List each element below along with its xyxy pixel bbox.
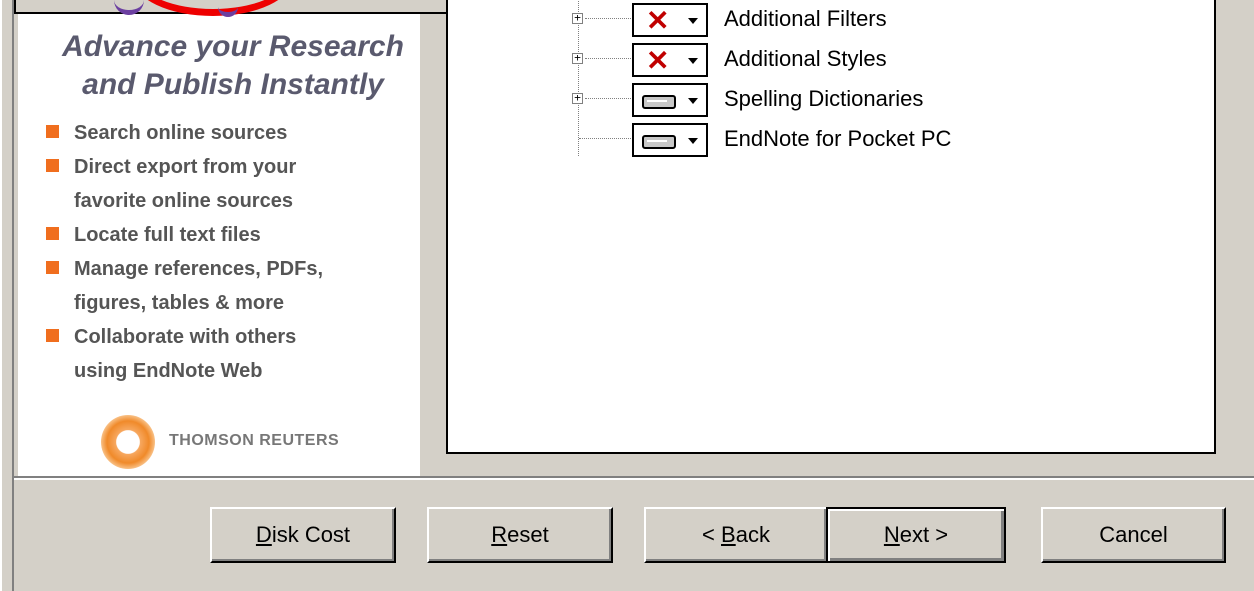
install-state-dropdown[interactable] [632, 123, 708, 157]
tree-connector [585, 58, 631, 59]
bullet-square-icon [46, 329, 59, 342]
feature-list: Search online sources Direct export from… [44, 116, 424, 388]
button-label: ext > [899, 522, 949, 547]
button-label: eset [507, 522, 549, 547]
hard-drive-icon [642, 95, 676, 109]
bullet-square-icon [46, 261, 59, 274]
tree-item-label[interactable]: EndNote for Pocket PC [724, 124, 951, 154]
feature-text: Search online sources [74, 122, 288, 144]
promo-sidebar: Advance your Research and Publish Instan… [14, 0, 534, 478]
next-button[interactable]: Next > [826, 507, 1006, 563]
brand-name: THOMSON REUTERS [169, 432, 340, 449]
feature-item: Locate full text files [44, 218, 424, 252]
hard-drive-icon [642, 135, 676, 149]
tree-item-endnote-pocket-pc[interactable]: EndNote for Pocket PC [448, 121, 1208, 157]
thomson-reuters-logo: THOMSON REUTERS [101, 415, 401, 471]
expand-plus-icon[interactable]: + [572, 12, 583, 24]
button-label: ack [735, 522, 770, 547]
feature-item: Manage references, PDFs, figures, tables… [44, 252, 424, 320]
feature-text-cont: figures, tables & more [74, 292, 285, 314]
window-left-border [0, 0, 14, 591]
button-label-prefix: < [702, 522, 722, 547]
dropdown-arrow-icon [688, 98, 698, 104]
button-label: isk Cost [271, 522, 351, 547]
promo-headline: Advance your Research and Publish Instan… [48, 28, 418, 104]
feature-item: Direct export from your favorite online … [44, 150, 424, 218]
install-state-dropdown[interactable]: ✕ [632, 3, 708, 37]
button-label: Cancel [1099, 522, 1168, 547]
feature-text: Manage references, PDFs, [74, 258, 323, 280]
tree-item-spelling-dictionaries[interactable]: + Spelling Dictionaries [448, 81, 1208, 117]
dropdown-arrow-icon [688, 58, 698, 64]
expand-plus-icon[interactable]: + [572, 52, 583, 64]
expand-plus-icon[interactable]: + [572, 92, 583, 104]
tree-item-additional-styles[interactable]: + ✕ Additional Styles [448, 41, 1208, 77]
mnemonic: R [491, 522, 508, 547]
mnemonic: B [721, 522, 736, 547]
disk-cost-button[interactable]: Disk Cost [210, 507, 396, 563]
cancel-button[interactable]: Cancel [1041, 507, 1226, 563]
headline-line-1: Advance your Research [62, 30, 404, 63]
feature-text: Direct export from your [74, 156, 297, 178]
tree-item-label[interactable]: Additional Filters [724, 4, 887, 34]
tree-connector [579, 138, 631, 139]
feature-text: Collaborate with others [74, 326, 297, 348]
tree-item-additional-filters[interactable]: + ✕ Additional Filters [448, 1, 1208, 37]
feature-item: Collaborate with others using EndNote We… [44, 320, 424, 388]
install-state-dropdown[interactable]: ✕ [632, 43, 708, 77]
mnemonic: D [255, 522, 272, 547]
bullet-square-icon [46, 125, 59, 138]
red-x-icon: ✕ [646, 45, 670, 76]
bullet-square-icon [46, 159, 59, 172]
tree-item-label[interactable]: Additional Styles [724, 44, 887, 74]
feature-text-cont: using EndNote Web [74, 360, 263, 382]
tree-connector [585, 98, 631, 99]
red-x-icon: ✕ [646, 5, 670, 36]
feature-item: Search online sources [44, 116, 424, 150]
tree-item-label[interactable]: Spelling Dictionaries [724, 84, 923, 114]
reset-button[interactable]: Reset [427, 507, 613, 563]
install-state-dropdown[interactable] [632, 83, 708, 117]
thomson-reuters-logo-icon [101, 415, 155, 469]
feature-text-cont: favorite online sources [74, 190, 293, 212]
dropdown-arrow-icon [688, 18, 698, 24]
feature-text: Locate full text files [74, 224, 261, 246]
back-button[interactable]: < Back [644, 507, 828, 563]
dropdown-arrow-icon [688, 138, 698, 144]
headline-line-2: and Publish Instantly [82, 68, 384, 101]
bullet-square-icon [46, 227, 59, 240]
mnemonic: N [883, 522, 900, 547]
tree-connector [585, 18, 631, 19]
feature-tree[interactable]: + ✕ Additional Filters + ✕ Additional St… [446, 0, 1216, 454]
